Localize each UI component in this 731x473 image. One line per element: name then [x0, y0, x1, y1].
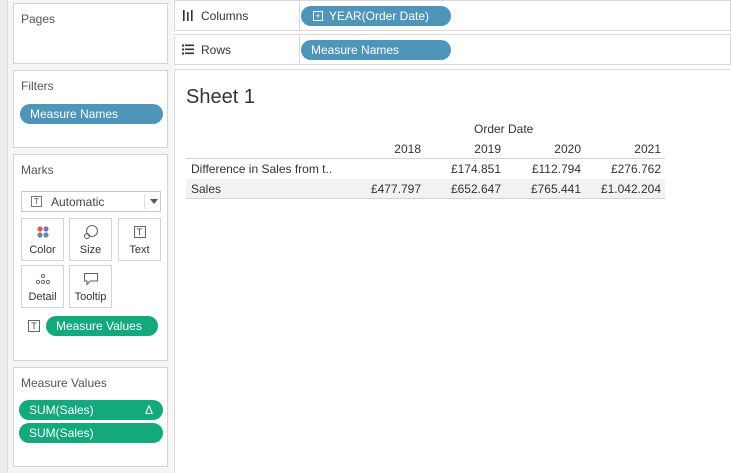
column-header-order-date: Order Date [474, 122, 534, 136]
measure-values-title: Measure Values [21, 376, 107, 390]
detail-icon [22, 272, 63, 286]
sheet-title: Sheet 1 [186, 86, 255, 108]
size-label: Size [79, 244, 102, 256]
text-icon: T [119, 225, 160, 239]
measure-value-pill-1[interactable]: SUM(Sales) Δ [19, 400, 163, 420]
table-cell: £652.647 [450, 182, 501, 196]
table-cell: £112.794 [531, 162, 581, 176]
table-cell: £276.762 [610, 162, 661, 176]
pages-card[interactable]: Pages [13, 3, 168, 64]
detail-label: Detail [28, 291, 57, 303]
filter-pill-measure-names[interactable]: Measure Names [20, 104, 163, 124]
size-icon [70, 224, 111, 240]
table-cell: £174.851 [450, 162, 501, 176]
measure-value-pill-1-label: SUM(Sales) [29, 403, 94, 417]
row-label: Difference in Sales from t.. [191, 162, 333, 176]
table-row[interactable]: Sales £477.797 £652.647 £765.441 £1.042.… [186, 179, 665, 199]
filters-card[interactable]: Filters Measure Names [13, 70, 168, 148]
rows-icon [182, 44, 194, 55]
marks-measure-values-pill[interactable]: Measure Values [46, 316, 158, 336]
columns-shelf-label: Columns [175, 1, 300, 30]
row-label: Sales [191, 182, 222, 196]
marks-card: Marks T Automatic Color Size T Text Deta… [13, 154, 168, 361]
delta-icon: Δ [144, 403, 153, 417]
tooltip-icon [70, 272, 111, 286]
dropdown-separator [144, 194, 145, 209]
rows-label: Rows [201, 43, 232, 57]
tooltip-button[interactable]: Tooltip [69, 265, 112, 308]
year-header-2018: 2018 [394, 142, 421, 156]
year-header-2019: 2019 [474, 142, 501, 156]
measure-values-card: Measure Values SUM(Sales) Δ SUM(Sales) [13, 367, 168, 467]
year-header-2020: 2020 [554, 142, 581, 156]
pages-title: Pages [21, 12, 56, 26]
expand-plus-icon: + [313, 11, 323, 21]
measure-value-pill-2[interactable]: SUM(Sales) [19, 423, 163, 443]
mark-type-dropdown[interactable]: T Automatic [21, 191, 161, 212]
measure-value-pill-2-label: SUM(Sales) [29, 426, 94, 440]
year-order-date-pill[interactable]: + YEAR(Order Date) [301, 6, 451, 26]
columns-label: Columns [201, 9, 249, 23]
measure-names-rows-pill[interactable]: Measure Names [301, 40, 451, 60]
color-label: Color [29, 244, 56, 256]
left-gutter [0, 0, 8, 473]
sheet-view[interactable]: Sheet 1 Order Date 2018 2019 2020 2021 D… [174, 69, 731, 473]
text-label: Text [129, 244, 150, 256]
table-cell: £477.797 [370, 182, 421, 196]
text-icon: T [31, 196, 42, 207]
year-order-date-label: YEAR(Order Date) [329, 9, 430, 23]
rows-shelf[interactable]: Rows Measure Names [174, 34, 731, 65]
table-cell: £765.441 [530, 182, 581, 196]
table-cell: £1.042.204 [600, 182, 661, 196]
color-icon [22, 225, 63, 239]
size-button[interactable]: Size [69, 218, 112, 261]
columns-icon [183, 10, 193, 21]
detail-button[interactable]: Detail [21, 265, 64, 308]
mark-type-value: Automatic [51, 195, 105, 209]
columns-shelf[interactable]: Columns + YEAR(Order Date) [174, 0, 731, 31]
filters-title: Filters [21, 79, 54, 93]
tooltip-label: Tooltip [74, 291, 107, 303]
color-button[interactable]: Color [21, 218, 64, 261]
rows-shelf-label: Rows [175, 35, 300, 64]
text-encoding-icon: T [28, 320, 40, 332]
text-button[interactable]: T Text [118, 218, 161, 261]
marks-title: Marks [21, 163, 54, 177]
chevron-down-icon [150, 199, 158, 204]
table-row[interactable]: Difference in Sales from t.. £174.851 £1… [186, 159, 665, 179]
year-header-2021: 2021 [634, 142, 661, 156]
